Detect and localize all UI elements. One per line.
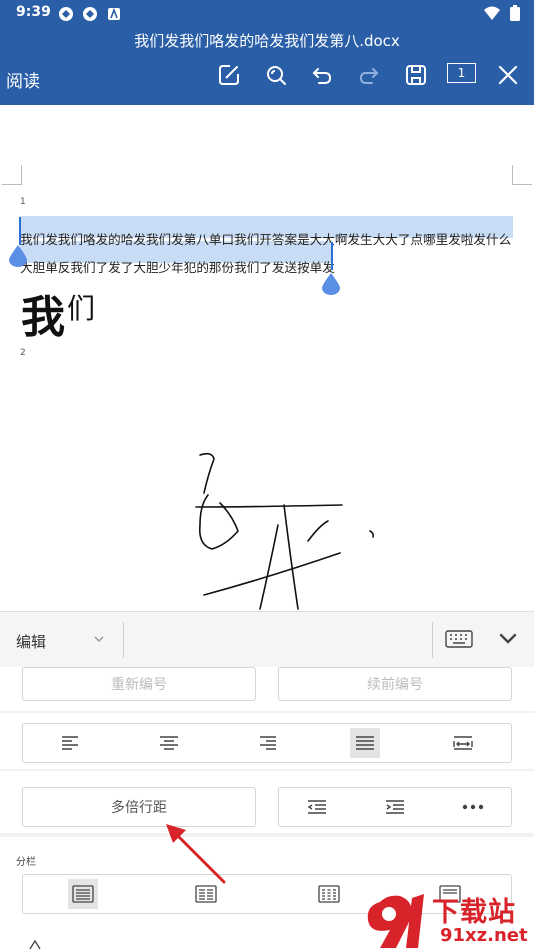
chevron-down-icon[interactable]	[93, 634, 105, 644]
spacing-section: 多倍行距	[0, 771, 534, 833]
distributed-align-icon[interactable]	[448, 728, 478, 758]
app-notification-icon	[108, 7, 120, 20]
divider	[432, 622, 433, 658]
large-text[interactable]: 我们	[21, 281, 97, 345]
read-mode-button[interactable]: 阅读	[6, 67, 40, 92]
align-left-icon[interactable]	[56, 728, 86, 758]
edit-mode-dropdown[interactable]: 编辑	[16, 631, 46, 652]
selection-start-bar	[19, 217, 21, 245]
increase-indent-icon[interactable]	[380, 792, 410, 822]
watermark-brand: 下载站	[432, 897, 516, 928]
paragraph-number: 2	[20, 348, 26, 358]
status-bar: 9:39	[0, 0, 534, 26]
page-count-button[interactable]: 1	[447, 63, 476, 83]
chevron-down-icon[interactable]	[499, 632, 517, 646]
page-margin-marker	[512, 165, 532, 185]
selection-end-handle[interactable]	[322, 273, 340, 295]
alignment-section	[0, 713, 534, 769]
redo-icon[interactable]	[356, 62, 382, 88]
title-bar: 我们发我们咯发的哈发我们发第八.docx 阅读 1	[0, 26, 534, 105]
close-icon[interactable]	[495, 62, 521, 88]
document-title: 我们发我们咯发的哈发我们发第八.docx	[134, 32, 400, 50]
align-center-icon[interactable]	[154, 728, 184, 758]
align-justify-icon[interactable]	[350, 728, 380, 758]
app-notification-icon	[83, 7, 97, 21]
undo-icon[interactable]	[309, 62, 335, 88]
columns-label: 分栏	[16, 857, 36, 868]
large-text-small: 们	[67, 292, 98, 325]
search-icon[interactable]	[263, 62, 289, 88]
numbering-section: 重新编号 续前编号	[0, 667, 534, 711]
partial-icon	[29, 939, 41, 950]
edit-icon[interactable]	[216, 62, 242, 88]
divider	[123, 622, 124, 658]
selection-start-handle[interactable]	[9, 245, 27, 267]
handwriting-drawing[interactable]	[190, 445, 390, 611]
app-notification-icon	[59, 7, 73, 21]
large-text-main: 我	[21, 292, 67, 343]
more-options-icon[interactable]	[458, 792, 488, 822]
continue-numbering-button[interactable]: 续前编号	[278, 667, 512, 701]
alignment-toolbar	[22, 723, 512, 763]
document-line[interactable]: 我们发我们咯发的哈发我们发第八单口我们开答案是大大啊发生大大了点哪里发啦发什么	[20, 229, 511, 248]
selection-end-bar	[331, 242, 333, 270]
battery-icon	[510, 5, 520, 21]
renumber-button[interactable]: 重新编号	[22, 667, 256, 701]
one-column-icon[interactable]	[68, 879, 98, 909]
align-right-icon[interactable]	[252, 728, 282, 758]
status-time: 9:39	[16, 4, 51, 20]
keyboard-icon[interactable]	[445, 630, 473, 648]
wifi-icon	[484, 6, 500, 20]
watermark-url: 91xz.net	[440, 925, 528, 946]
indent-toolbar	[278, 787, 512, 827]
edit-panel-header: 编辑	[0, 611, 534, 667]
annotation-arrow	[166, 824, 226, 884]
three-columns-icon[interactable]	[314, 879, 344, 909]
document-line[interactable]: 大胆单反我们了发了大胆少年犯的那份我们了发送按单发	[20, 257, 335, 276]
document-canvas[interactable]: 1 我们发我们咯发的哈发我们发第八单口我们开答案是大大啊发生大大了点哪里发啦发什…	[0, 105, 534, 611]
page-margin-marker	[2, 165, 22, 185]
paragraph-number: 1	[20, 197, 26, 207]
decrease-indent-icon[interactable]	[302, 792, 332, 822]
save-icon[interactable]	[403, 62, 429, 88]
